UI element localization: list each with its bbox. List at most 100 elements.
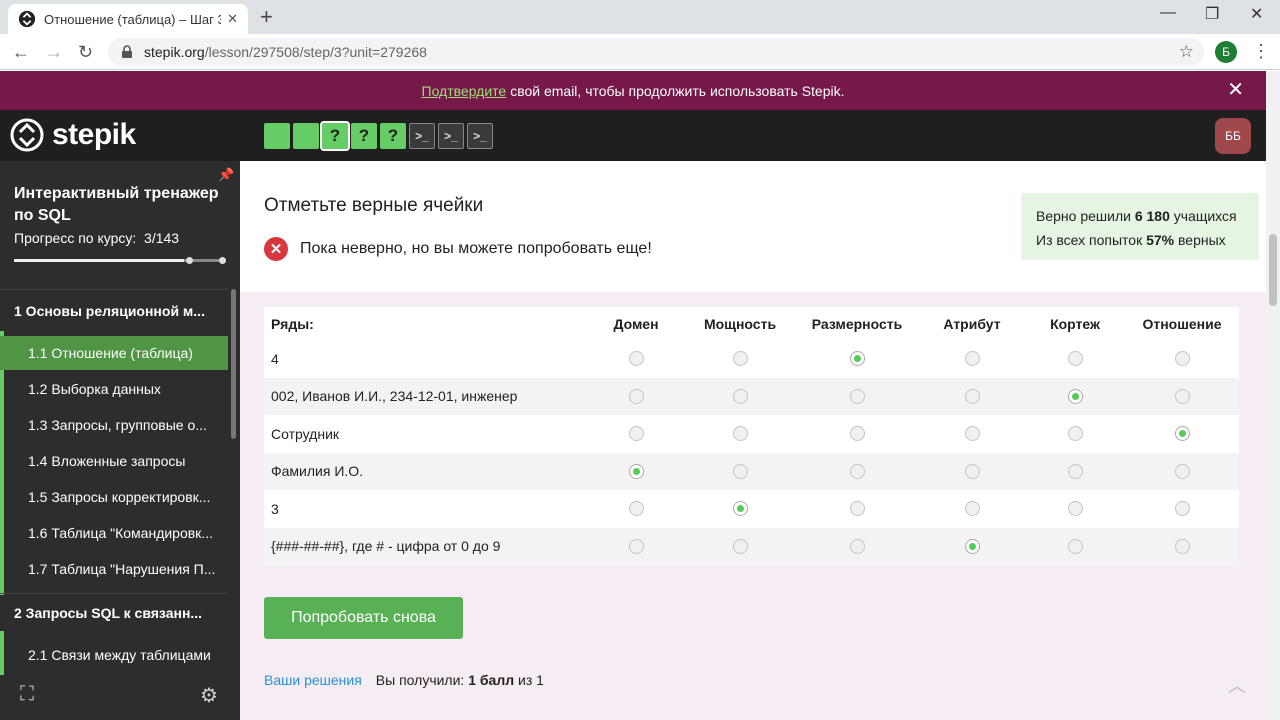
column-header: Кортеж (1050, 315, 1100, 332)
bookmark-star-icon[interactable]: ☆ (1179, 42, 1194, 62)
sidebar-item-1-6[interactable]: 1.6 Таблица "Командировк... (0, 516, 228, 550)
close-window-icon[interactable]: ✕ (1250, 4, 1263, 24)
column-header: Мощность (703, 315, 777, 332)
sidebar-item-1-7[interactable]: 1.7 Таблица "Нарушения П... (0, 552, 228, 586)
url-path: /lesson/297508/step/3?unit=279268 (204, 44, 427, 60)
radio-button[interactable] (732, 351, 748, 367)
radio-button[interactable] (1174, 538, 1190, 554)
radio-button[interactable] (1067, 501, 1083, 517)
radio-button[interactable] (732, 388, 748, 404)
fullscreen-icon[interactable]: ⛶ (20, 683, 34, 706)
table-row: {###-##-##}, где # - цифра от 0 до 9 (264, 527, 1239, 565)
radio-button[interactable] (849, 538, 865, 554)
radio-button[interactable] (964, 501, 980, 517)
settings-gear-icon[interactable]: ⚙ (200, 683, 218, 708)
url-input[interactable]: stepik.org/lesson/297508/step/3?unit=279… (108, 38, 1204, 66)
back-icon[interactable]: ← (12, 42, 30, 62)
radio-button[interactable] (628, 538, 644, 554)
radio-button[interactable] (849, 388, 865, 404)
radio-button[interactable] (1174, 426, 1190, 442)
sidebar-item-1-2[interactable]: 1.2 Выборка данных (0, 372, 228, 406)
radio-button[interactable] (1174, 388, 1190, 404)
radio-button[interactable] (964, 351, 980, 367)
error-text: Пока неверно, но вы можете попробовать е… (300, 240, 652, 257)
radio-button[interactable] (849, 463, 865, 479)
error-x-icon: ✕ (264, 237, 288, 261)
radio-button[interactable] (849, 351, 865, 367)
stepik-favicon-icon (18, 10, 36, 28)
radio-button[interactable] (1067, 538, 1083, 554)
close-tab-icon[interactable]: ✕ (227, 11, 238, 27)
radio-button[interactable] (964, 388, 980, 404)
radio-button[interactable] (732, 463, 748, 479)
radio-button[interactable] (849, 501, 865, 517)
reload-icon[interactable]: ↻ (78, 42, 93, 62)
step-6[interactable]: >_ (409, 123, 435, 149)
profile-avatar[interactable]: Б (1215, 41, 1237, 63)
pin-icon[interactable]: 📌 (218, 167, 234, 183)
browser-tabbar: Отношение (таблица) – Шаг 3 – ✕ + — ❐ ✕ (0, 0, 1280, 34)
step-2[interactable] (293, 123, 319, 149)
radio-button[interactable] (964, 538, 980, 554)
radio-button[interactable] (964, 463, 980, 479)
browser-tab[interactable]: Отношение (таблица) – Шаг 3 – ✕ (8, 4, 248, 34)
url-host: stepik.org (144, 44, 205, 60)
new-tab-icon[interactable]: + (260, 6, 273, 28)
chevron-up-icon[interactable]: ︿ (1228, 672, 1246, 698)
step-4[interactable]: ? (351, 123, 377, 149)
table-row: 4 (264, 340, 1239, 378)
stepik-logo[interactable]: stepik (10, 118, 136, 152)
sidebar-item-1-5[interactable]: 1.5 Запросы корректировк... (0, 480, 228, 514)
your-solutions-link[interactable]: Ваши решения (264, 672, 362, 688)
page-scroll-thumb[interactable] (1269, 234, 1277, 306)
sidebar-item-1-1[interactable]: 1.1 Отношение (таблица) (0, 336, 228, 370)
minimize-icon[interactable]: — (1160, 4, 1176, 22)
radio-button[interactable] (628, 351, 644, 367)
tab-title: Отношение (таблица) – Шаг 3 – (44, 11, 222, 27)
step-5[interactable]: ? (380, 123, 406, 149)
browser-menu-icon[interactable]: ⋮ (1252, 40, 1270, 62)
row-label: 002, Иванов И.И., 234-12-01, инженер (271, 388, 518, 405)
score-line: Ваши решения Вы получили: 1 балл из 1 (264, 672, 544, 688)
radio-button[interactable] (628, 501, 644, 517)
radio-button[interactable] (1067, 388, 1083, 404)
radio-button[interactable] (732, 501, 748, 517)
page-scrollbar[interactable] (1266, 71, 1280, 720)
close-banner-icon[interactable]: ✕ (1227, 80, 1244, 100)
step-1[interactable] (264, 123, 290, 149)
radio-button[interactable] (628, 426, 644, 442)
lesson-content: Отметьте верные ячейки Верно решили 6 18… (240, 161, 1266, 720)
radio-button[interactable] (628, 463, 644, 479)
radio-button[interactable] (849, 426, 865, 442)
sidebar-section-1[interactable]: 1 Основы реляционной м... (0, 289, 228, 331)
radio-button[interactable] (732, 538, 748, 554)
sidebar-item-1-4[interactable]: 1.4 Вложенные запросы (0, 444, 228, 478)
radio-button[interactable] (1174, 501, 1190, 517)
course-title[interactable]: Интерактивный тренажер по SQL (14, 183, 224, 227)
sidebar-scrollbar[interactable] (231, 289, 236, 439)
radio-button[interactable] (732, 426, 748, 442)
forward-icon[interactable]: → (45, 42, 63, 62)
sidebar-item-2-1[interactable]: 2.1 Связи между таблицами (0, 638, 228, 672)
confirm-email-link[interactable]: Подтвердите (422, 83, 507, 99)
radio-button[interactable] (964, 426, 980, 442)
step-3[interactable]: ? (320, 121, 350, 151)
radio-button[interactable] (1174, 463, 1190, 479)
row-label: 4 (271, 350, 279, 367)
progress-bar (14, 257, 226, 264)
try-again-button[interactable]: Попробовать снова (264, 597, 463, 639)
restore-icon[interactable]: ❐ (1205, 4, 1219, 24)
radio-button[interactable] (1067, 426, 1083, 442)
step-7[interactable]: >_ (438, 123, 464, 149)
user-avatar[interactable]: ББ (1215, 118, 1251, 154)
radio-button[interactable] (628, 388, 644, 404)
column-header: Домен (613, 315, 659, 332)
quiz-panel: Ряды: Домен Мощность Размерность Атрибут… (240, 292, 1266, 720)
radio-button[interactable] (1174, 351, 1190, 367)
step-8[interactable]: >_ (467, 123, 493, 149)
step-title: Отметьте верные ячейки (264, 195, 484, 216)
radio-button[interactable] (1067, 463, 1083, 479)
radio-button[interactable] (1067, 351, 1083, 367)
sidebar-item-1-3[interactable]: 1.3 Запросы, групповые о... (0, 408, 228, 442)
sidebar-section-2[interactable]: 2 Запросы SQL к связанн... (0, 593, 228, 631)
